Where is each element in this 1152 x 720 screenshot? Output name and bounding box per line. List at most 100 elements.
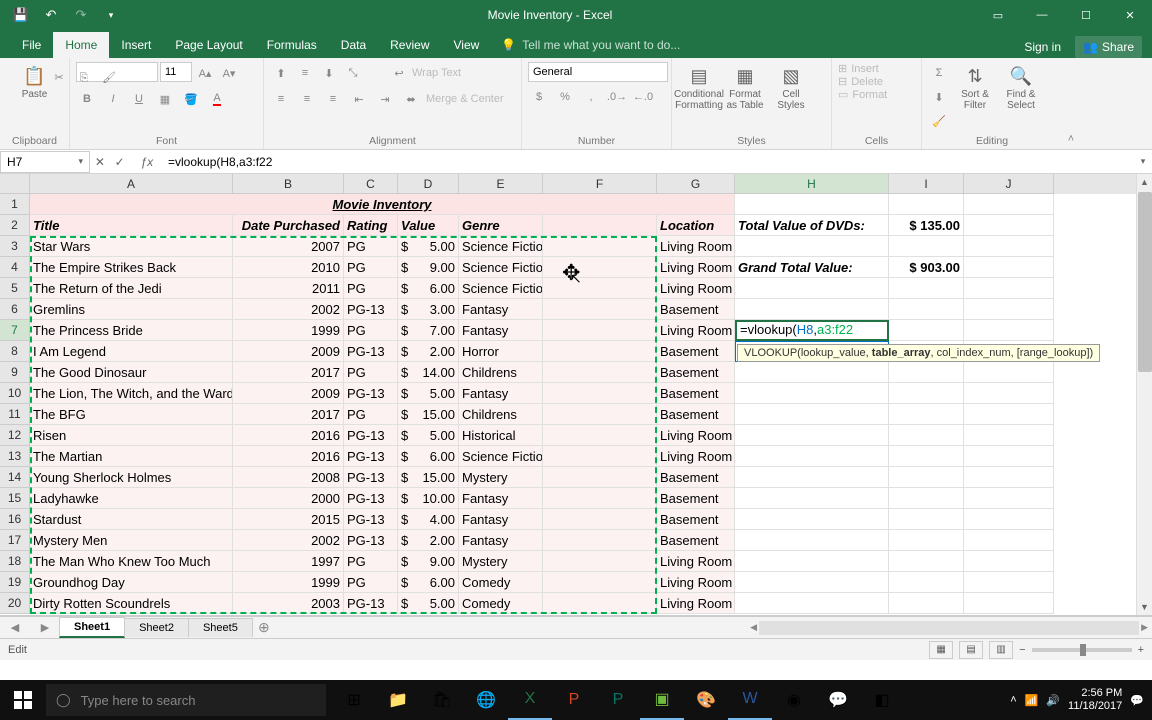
cell-styles-button[interactable]: ▧Cell Styles	[770, 62, 812, 115]
cell-h5[interactable]	[735, 278, 889, 299]
file-explorer-icon[interactable]: 📁	[376, 680, 420, 720]
cell-a17[interactable]: Mystery Men	[30, 530, 233, 551]
cell-c20[interactable]: PG-13	[344, 593, 398, 614]
tray-chevron-icon[interactable]: ˄	[1010, 694, 1016, 706]
cell-g9[interactable]: Basement	[657, 362, 735, 383]
row-header-15[interactable]: 15	[0, 488, 30, 509]
edge-icon[interactable]: 🌐	[464, 680, 508, 720]
header-rating[interactable]: Rating	[344, 215, 398, 236]
cell-i3[interactable]	[889, 236, 964, 257]
page-layout-view-icon[interactable]: ▤	[959, 641, 983, 659]
cell-g11[interactable]: Basement	[657, 404, 735, 425]
total-dvds-label[interactable]: Total Value of DVDs:	[735, 215, 889, 236]
cell-b18[interactable]: 1997	[233, 551, 344, 572]
cell-g12[interactable]: Living Room	[657, 425, 735, 446]
cell-h14[interactable]	[735, 467, 889, 488]
cell-a4[interactable]: The Empire Strikes Back	[30, 257, 233, 278]
redo-icon[interactable]: ↷	[68, 3, 94, 27]
share-button[interactable]: 👥 Share	[1075, 36, 1142, 58]
cell-d4[interactable]: $9.00	[398, 257, 459, 278]
cell-f14[interactable]	[543, 467, 657, 488]
cell-i16[interactable]	[889, 509, 964, 530]
cell-b5[interactable]: 2011	[233, 278, 344, 299]
row-header-4[interactable]: 4	[0, 257, 30, 278]
row-header-1[interactable]: 1	[0, 194, 30, 215]
cell-b11[interactable]: 2017	[233, 404, 344, 425]
cell-title[interactable]: Movie Inventory	[30, 194, 735, 215]
tab-home[interactable]: Home	[53, 32, 109, 58]
cell-d3[interactable]: $5.00	[398, 236, 459, 257]
row-header-14[interactable]: 14	[0, 467, 30, 488]
cell-c17[interactable]: PG-13	[344, 530, 398, 551]
cell-j6[interactable]	[964, 299, 1054, 320]
scroll-up-icon[interactable]: ▲	[1137, 174, 1152, 190]
cell-g7[interactable]: Living Room	[657, 320, 735, 341]
cell-i11[interactable]	[889, 404, 964, 425]
cell-d18[interactable]: $9.00	[398, 551, 459, 572]
cell-c7[interactable]: PG	[344, 320, 398, 341]
cell-a8[interactable]: I Am Legend	[30, 341, 233, 362]
cell-h10[interactable]	[735, 383, 889, 404]
tray-volume-icon[interactable]: 🔊	[1046, 694, 1060, 707]
cell-g20[interactable]: Living Room	[657, 593, 735, 614]
cell-e17[interactable]: Fantasy	[459, 530, 543, 551]
cell-i7[interactable]	[889, 320, 964, 341]
cancel-formula-icon[interactable]: ✕	[95, 155, 105, 169]
sort-filter-button[interactable]: ⇅Sort & Filter	[954, 62, 996, 115]
increase-decimal-icon[interactable]: .0→	[606, 86, 628, 108]
find-select-button[interactable]: 🔍Find & Select	[1000, 62, 1042, 115]
camtasia-icon[interactable]: ▣	[640, 680, 684, 720]
row-header-5[interactable]: 5	[0, 278, 30, 299]
cell-e3[interactable]: Science Fiction	[459, 236, 543, 257]
qat-customize-icon[interactable]: ▾	[98, 3, 124, 27]
tab-review[interactable]: Review	[378, 32, 441, 58]
row-header-9[interactable]: 9	[0, 362, 30, 383]
cell-c19[interactable]: PG	[344, 572, 398, 593]
enter-formula-icon[interactable]: ✓	[115, 155, 125, 169]
cell-e16[interactable]: Fantasy	[459, 509, 543, 530]
app-icon-1[interactable]: 🎨	[684, 680, 728, 720]
cell-h13[interactable]	[735, 446, 889, 467]
cell-e19[interactable]: Comedy	[459, 572, 543, 593]
tab-data[interactable]: Data	[329, 32, 378, 58]
cell-b13[interactable]: 2016	[233, 446, 344, 467]
cell-a13[interactable]: The Martian	[30, 446, 233, 467]
scroll-thumb[interactable]	[1138, 192, 1152, 372]
name-box[interactable]: H7 ▾	[0, 151, 90, 173]
cell-c13[interactable]: PG-13	[344, 446, 398, 467]
app-icon-2[interactable]: 💬	[816, 680, 860, 720]
cell-i15[interactable]	[889, 488, 964, 509]
format-cells-icon[interactable]: ▭	[838, 88, 848, 101]
close-button[interactable]: ✕	[1108, 0, 1152, 30]
cut-icon[interactable]: ✂	[48, 66, 70, 88]
scroll-down-icon[interactable]: ▼	[1137, 599, 1152, 615]
number-format-combo[interactable]	[528, 62, 668, 82]
clear-icon[interactable]: 🧹	[928, 110, 950, 132]
cell-i5[interactable]	[889, 278, 964, 299]
cell-f4[interactable]	[543, 257, 657, 278]
cell-f7[interactable]	[543, 320, 657, 341]
task-view-icon[interactable]: ⊞	[332, 680, 376, 720]
cell-d9[interactable]: $14.00	[398, 362, 459, 383]
row-header-7[interactable]: 7	[0, 320, 30, 341]
cell-e11[interactable]: Childrens	[459, 404, 543, 425]
column-header-d[interactable]: D	[398, 174, 459, 194]
cell-g14[interactable]: Basement	[657, 467, 735, 488]
cell-g8[interactable]: Basement	[657, 341, 735, 362]
cell-d17[interactable]: $2.00	[398, 530, 459, 551]
chrome-icon[interactable]: ◉	[772, 680, 816, 720]
cell-b17[interactable]: 2002	[233, 530, 344, 551]
cell-j2[interactable]	[964, 215, 1054, 236]
select-all-corner[interactable]	[0, 174, 30, 194]
cell-g16[interactable]: Basement	[657, 509, 735, 530]
cell-h12[interactable]	[735, 425, 889, 446]
tab-page-layout[interactable]: Page Layout	[163, 32, 254, 58]
cell-d13[interactable]: $6.00	[398, 446, 459, 467]
sheet-nav-prev-icon[interactable]: ◀	[11, 621, 19, 634]
total-dvds-value[interactable]: $ 135.00	[889, 215, 964, 236]
cell-g13[interactable]: Living Room	[657, 446, 735, 467]
tab-file[interactable]: File	[10, 32, 53, 58]
cell-f3[interactable]	[543, 236, 657, 257]
font-size-combo[interactable]	[160, 62, 192, 82]
cell-j4[interactable]	[964, 257, 1054, 278]
